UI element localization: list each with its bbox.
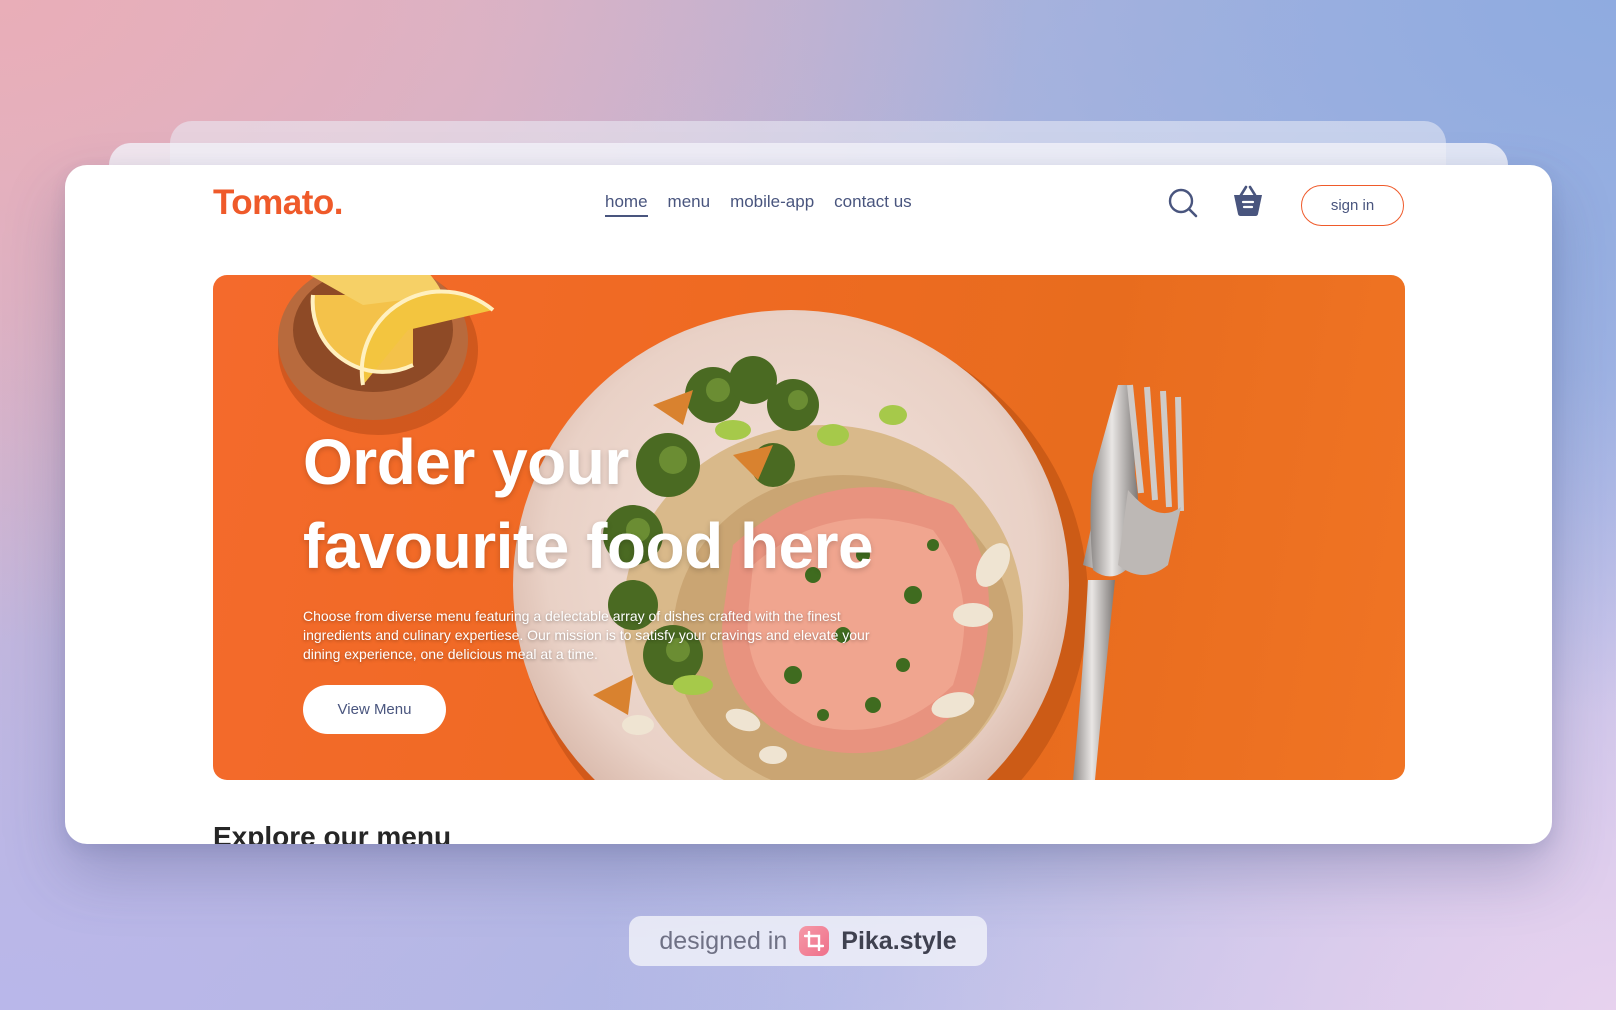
watermark-prefix: designed in: [659, 926, 788, 955]
basket-icon[interactable]: [1230, 183, 1266, 219]
watermark-brand: Pika.style: [841, 926, 957, 955]
hero-title-line2: favourite food here: [303, 510, 874, 582]
sign-in-button[interactable]: sign in: [1301, 185, 1404, 226]
hero-title-line1: Order your: [303, 426, 629, 498]
hero-description: Choose from diverse menu featuring a del…: [303, 608, 870, 662]
view-menu-button[interactable]: View Menu: [303, 685, 446, 734]
search-icon[interactable]: [1165, 185, 1201, 221]
watermark-badge[interactable]: designed in Pika.style: [629, 916, 987, 966]
nav-link-menu[interactable]: menu: [668, 192, 711, 217]
nav-links: home menu mobile-app contact us: [605, 192, 912, 217]
explore-menu-heading: Explore our menu: [213, 821, 452, 844]
hero-title: Order your favourite food here: [303, 420, 943, 588]
nav-link-contact-us[interactable]: contact us: [834, 192, 912, 217]
browser-window: Tomato. home menu mobile-app contact us …: [65, 165, 1552, 844]
nav-link-home[interactable]: home: [605, 192, 648, 217]
nav-link-mobile-app[interactable]: mobile-app: [730, 192, 814, 217]
hero-banner: Order your favourite food here Choose fr…: [213, 275, 1405, 780]
brand-logo[interactable]: Tomato.: [213, 181, 344, 225]
navbar: Tomato. home menu mobile-app contact us …: [65, 165, 1552, 265]
crop-icon: [799, 926, 830, 956]
